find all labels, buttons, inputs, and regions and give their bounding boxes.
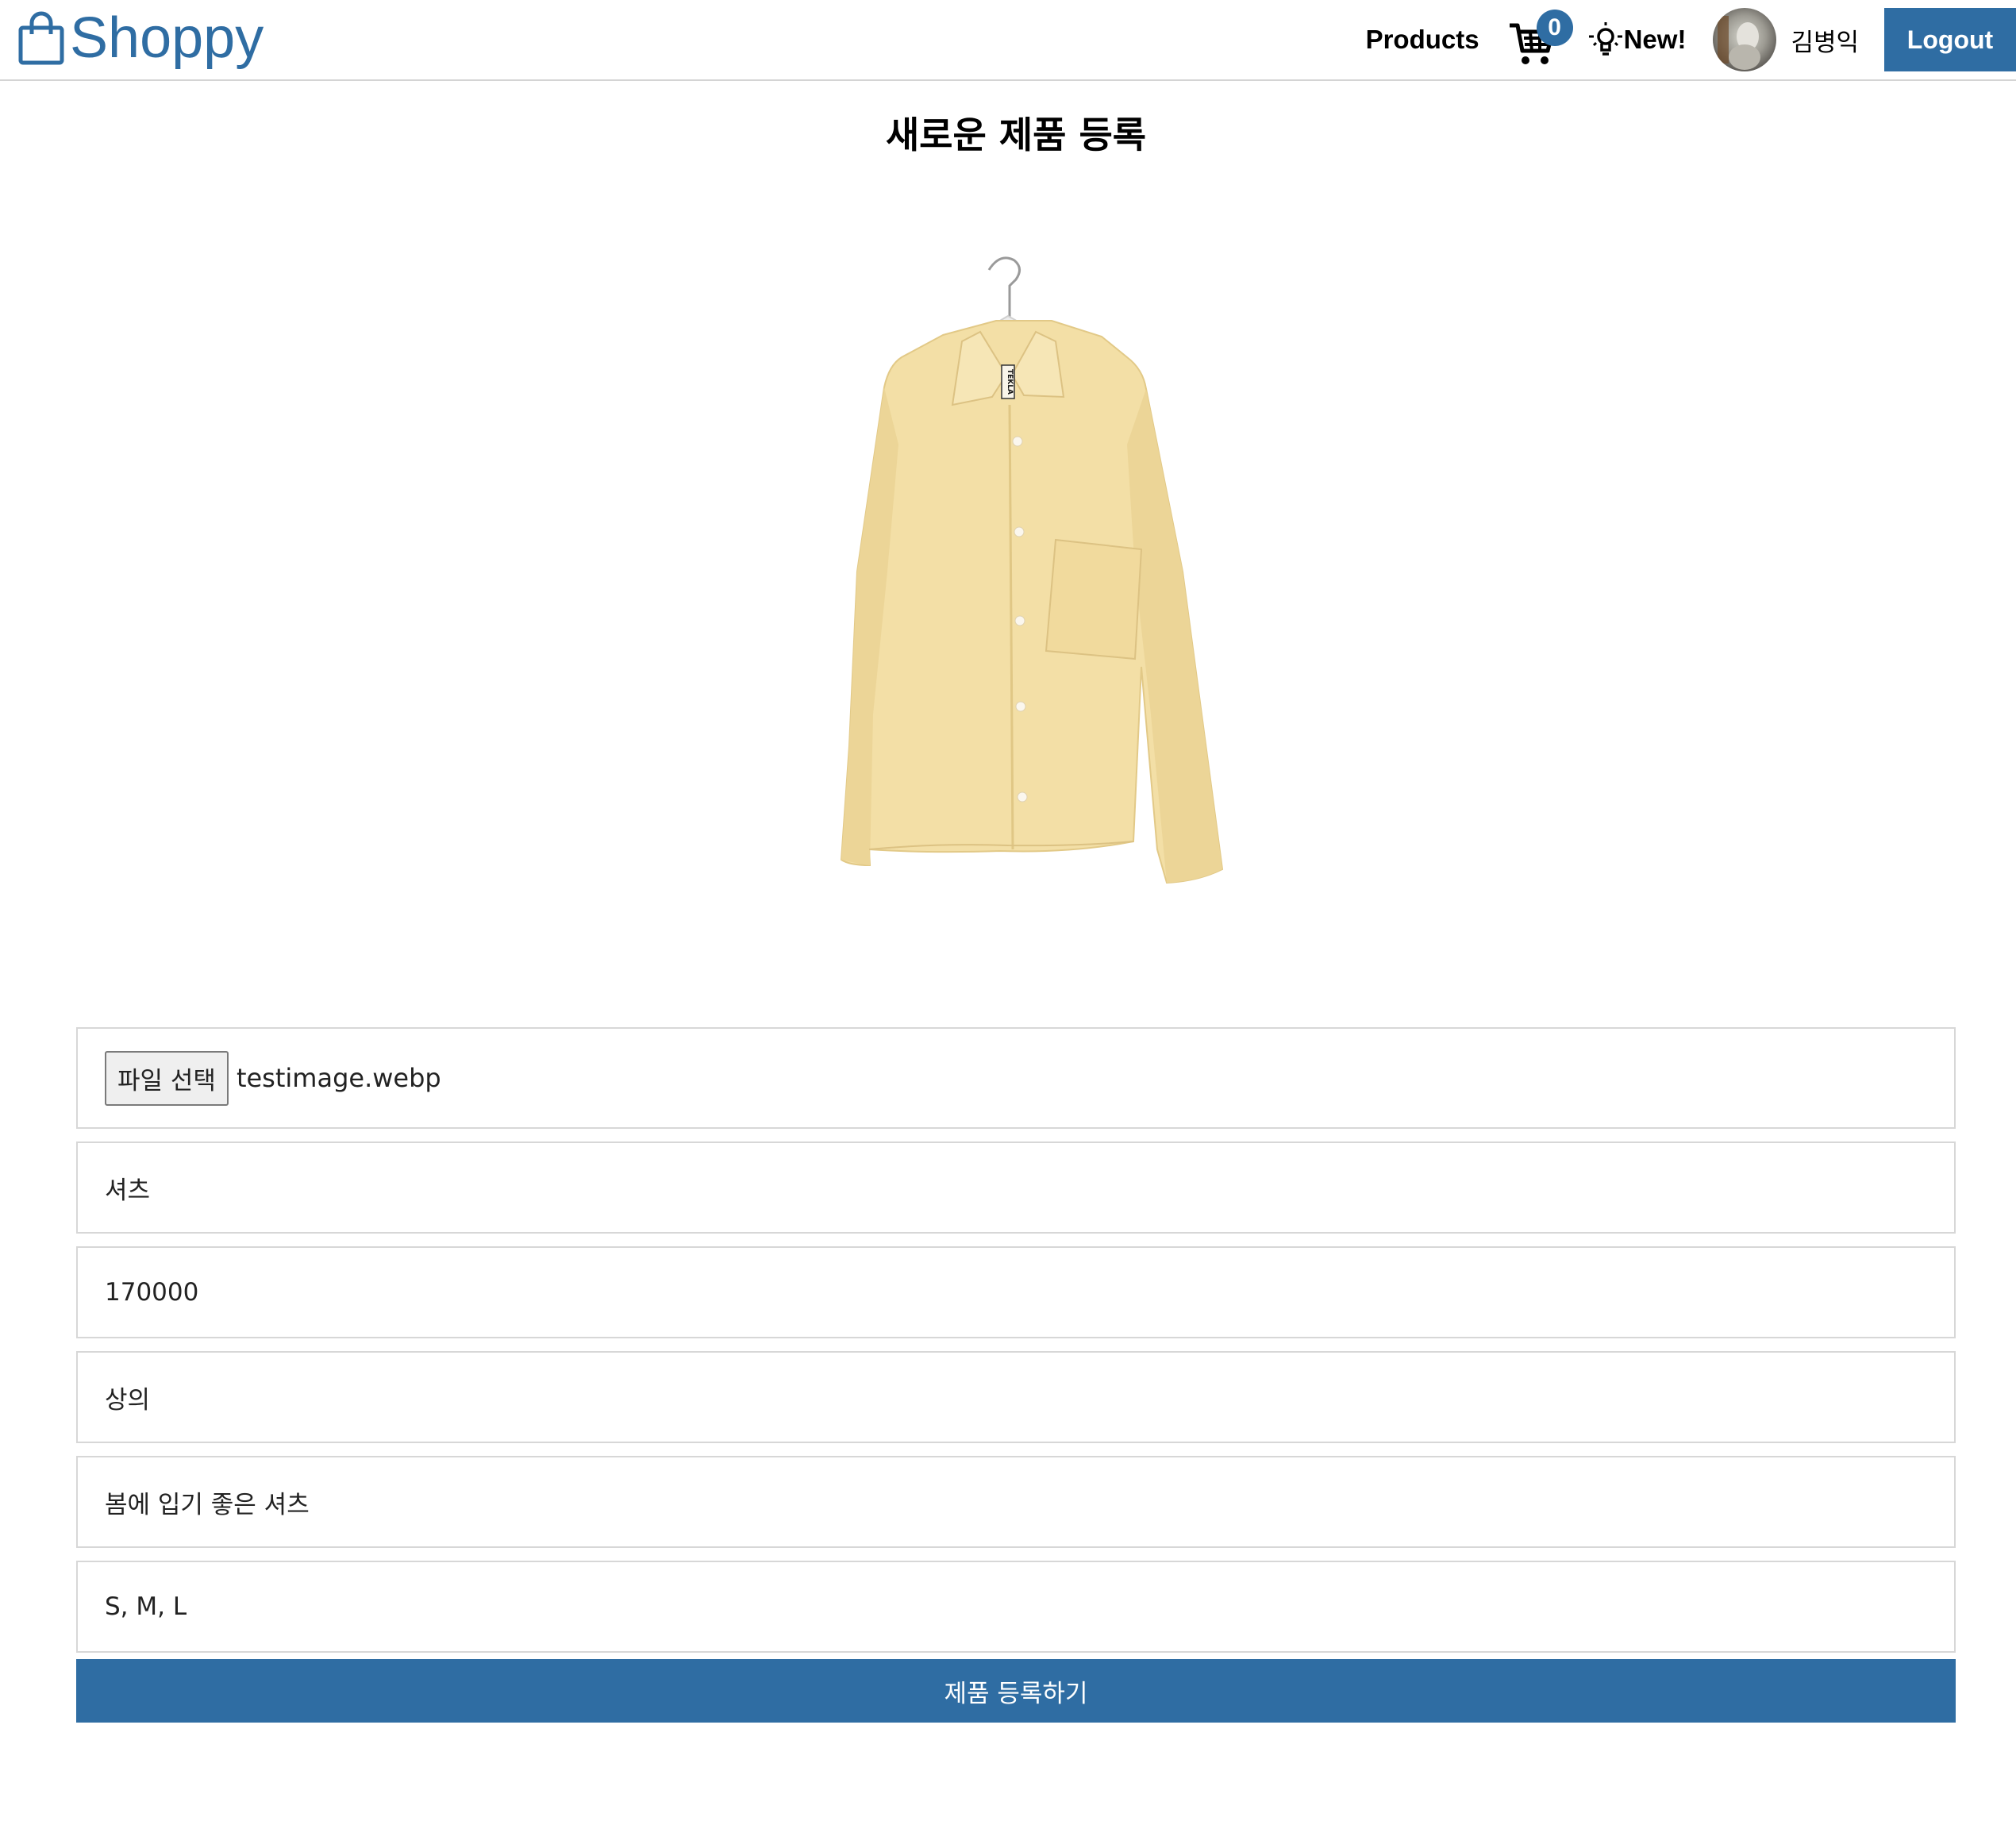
logout-button[interactable]: Logout (1884, 8, 2016, 71)
brand-name: Shoppy (70, 6, 264, 70)
submit-product-button[interactable]: 제품 등록하기 (76, 1659, 1956, 1723)
description-value: 봄에 입기 좋은 셔츠 (105, 1490, 310, 1519)
product-preview-image: TEKLA (754, 238, 1278, 953)
category-input[interactable]: 상의 (76, 1351, 1956, 1443)
lightbulb-icon (1588, 22, 1622, 56)
price-input[interactable]: 170000 (76, 1246, 1956, 1338)
shopping-bag-icon (17, 10, 65, 66)
product-name-value: 셔츠 (105, 1176, 151, 1205)
cart-button[interactable]: 0 (1508, 10, 1573, 65)
cart-count-badge: 0 (1536, 10, 1573, 46)
new-label: New! (1623, 25, 1687, 54)
username: 김병익 (1791, 28, 1859, 57)
description-input[interactable]: 봄에 입기 좋은 셔츠 (76, 1456, 1956, 1548)
file-name: testimage.webp (236, 1063, 441, 1093)
image-file-field[interactable]: 파일 선택 testimage.webp (76, 1027, 1956, 1129)
options-value: S, M, L (105, 1592, 187, 1621)
nav-menu: Products 0 New! 김병익 Logout (1366, 0, 2016, 79)
new-product-button[interactable]: New! (1587, 21, 1687, 58)
products-link[interactable]: Products (1366, 25, 1479, 55)
page-title: 새로운 제품 등록 (885, 114, 1147, 156)
price-value: 170000 (105, 1278, 199, 1307)
product-name-input[interactable]: 셔츠 (76, 1142, 1956, 1234)
svg-text:TEKLA: TEKLA (1006, 369, 1014, 395)
choose-file-button[interactable]: 파일 선택 (105, 1050, 229, 1106)
brand-logo-link[interactable]: Shoppy (17, 6, 264, 70)
options-input[interactable]: S, M, L (76, 1561, 1956, 1653)
category-value: 상의 (105, 1385, 151, 1415)
top-nav-bar: Shoppy Products 0 New! 김병익 Logout (0, 0, 2016, 81)
product-form: 파일 선택 testimage.webp 셔츠 170000 상의 봄에 입기 … (76, 1027, 1956, 1723)
avatar (1713, 8, 1777, 71)
